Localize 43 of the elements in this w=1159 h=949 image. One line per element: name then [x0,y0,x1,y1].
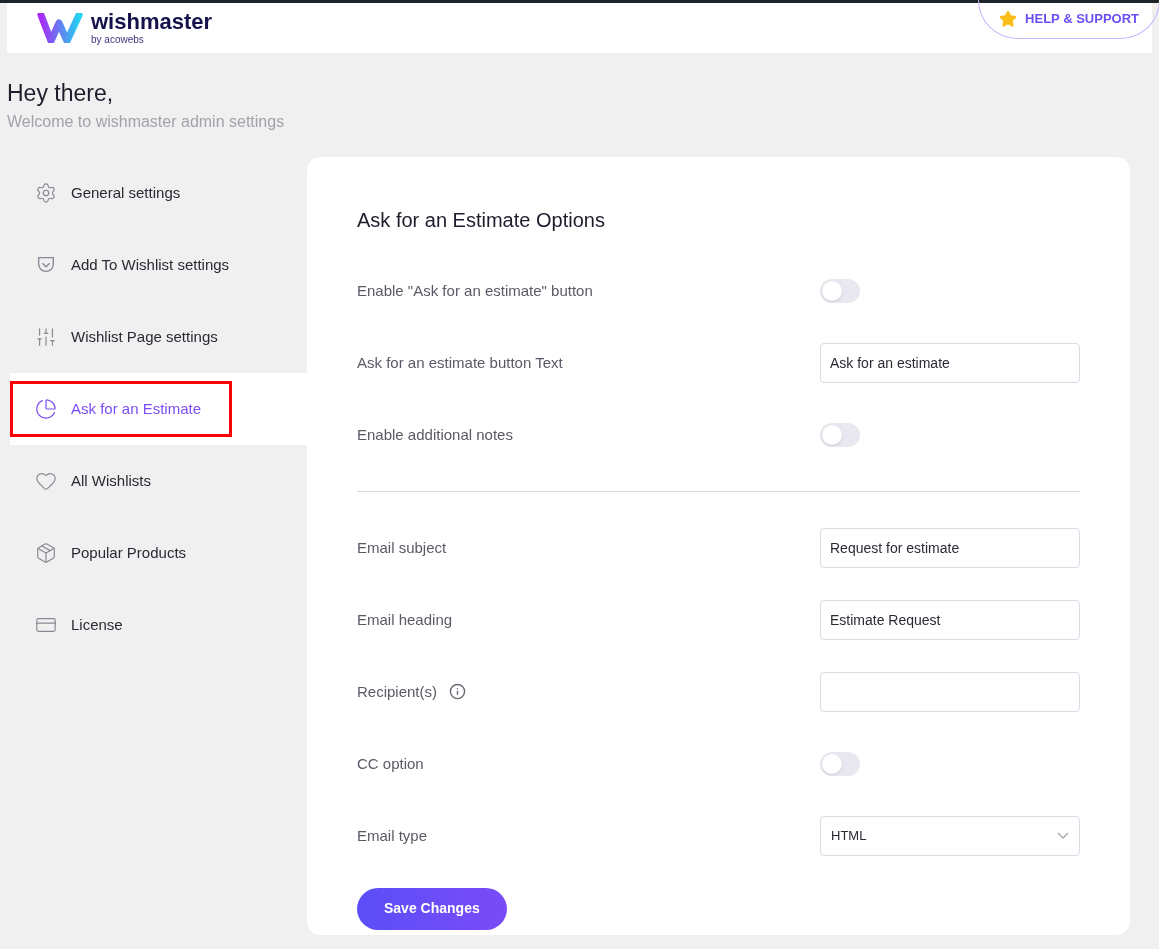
sidebar-label: All Wishlists [71,470,151,491]
sidebar-item[interactable]: All Wishlists [10,444,307,517]
save-changes-button[interactable]: Save Changes [357,887,507,930]
sidebar-item[interactable]: Add To Wishlist settings [10,228,307,301]
field-label: Enable "Ask for an estimate" button [357,280,593,301]
box-icon [35,541,57,564]
toggle-switch[interactable] [820,278,860,303]
chevron-icon [1057,832,1069,840]
sidebar-label: Ask for an Estimate [71,398,202,419]
greeting-subtitle: Welcome to wishmaster admin settings [7,111,286,132]
field-label: Email subject [357,537,447,558]
logo-wordmark: wishmaster [91,11,213,33]
text-field[interactable]: Ask for an estimate [820,342,1080,383]
pie-chart-icon [35,397,57,420]
panel-title: Ask for an Estimate Options [357,207,606,233]
field-label: Enable additional notes [357,424,513,445]
field-label: Email heading [357,609,453,630]
greeting-title: Hey there, [7,79,115,108]
sliders-icon [35,325,57,348]
gear-icon [35,181,57,204]
field-label: Recipient(s) [357,681,438,702]
sidebar-label: General settings [71,182,181,203]
logo-subtitle: by acowebs [91,35,145,45]
sidebar-label: Add To Wishlist settings [71,254,230,275]
sidebar-item[interactable]: General settings [10,156,307,229]
sidebar-item[interactable]: Ask for an Estimate [10,372,307,445]
toggle-switch[interactable] [820,751,860,776]
sidebar-item[interactable]: License [10,588,307,661]
sidebar-item[interactable]: Popular Products [10,516,307,589]
text-field[interactable]: Request for estimate [820,527,1080,568]
field-label: Email type [357,825,428,846]
toggle-switch[interactable] [820,422,860,447]
field-label: Ask for an estimate button Text [357,352,563,373]
email-type-select[interactable]: HTML [820,815,1080,856]
field-label: CC option [357,753,424,774]
logo-icon [37,13,83,43]
text-field[interactable]: Estimate Request [820,599,1080,640]
star-icon [999,10,1018,28]
text-field[interactable] [820,671,1080,712]
sidebar-item[interactable]: Wishlist Page settings [10,300,307,373]
sidebar-label: Wishlist Page settings [71,326,218,347]
sidebar-label: Popular Products [71,542,187,563]
sidebar-label: License [71,614,123,635]
